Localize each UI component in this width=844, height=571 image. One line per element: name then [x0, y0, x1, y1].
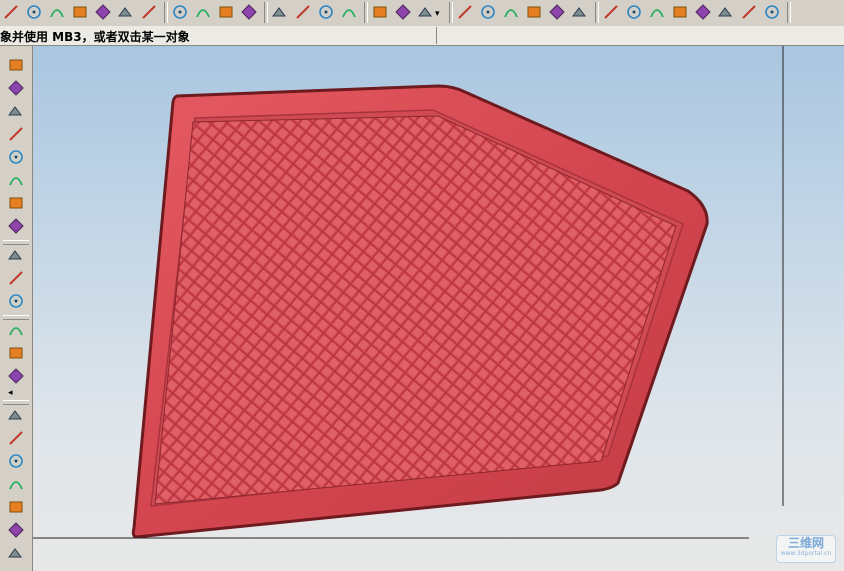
center-point-icon[interactable] [371, 3, 389, 21]
sweep-icon[interactable] [7, 102, 25, 120]
face-icon[interactable] [525, 3, 543, 21]
mirror-icon[interactable] [7, 429, 25, 447]
pattern-icon[interactable] [7, 406, 25, 424]
unite-icon[interactable] [7, 246, 25, 264]
thicken-icon[interactable] [7, 498, 25, 516]
axis-icon[interactable] [625, 3, 643, 21]
toolbar-separator [449, 2, 453, 23]
shading-icon[interactable] [740, 3, 758, 21]
cue-line: 象并使用 MB3，或者双击某一对象 [0, 26, 844, 46]
block-icon[interactable] [7, 148, 25, 166]
watermark-sub: www.3dportal.cn [780, 550, 832, 557]
arc-icon[interactable] [340, 3, 358, 21]
view-icon[interactable] [671, 3, 689, 21]
corner-icon[interactable] [217, 3, 235, 21]
toolbar-separator [264, 2, 268, 23]
trim-curve-icon[interactable] [194, 3, 212, 21]
cone-icon[interactable] [7, 194, 25, 212]
offset-icon[interactable] [7, 452, 25, 470]
watermark-main: 三维网 [787, 536, 824, 550]
surface-icon[interactable] [456, 3, 474, 21]
boundary-surface-icon[interactable] [479, 3, 497, 21]
layer-icon[interactable] [694, 3, 712, 21]
toolbar-grip[interactable] [3, 240, 29, 245]
main-toolbar: ▾ [0, 0, 844, 27]
cylinder-icon[interactable] [7, 171, 25, 189]
circle-center-icon[interactable] [294, 3, 312, 21]
hole-icon[interactable] [7, 125, 25, 143]
point-icon[interactable] [25, 3, 43, 21]
csys-icon[interactable] [648, 3, 666, 21]
watermark-logo: 三维网 www.3dportal.cn [776, 535, 836, 563]
toolbar-separator [164, 2, 168, 23]
sheet-icon[interactable] [548, 3, 566, 21]
toolbar-separator [364, 2, 368, 23]
polyline-icon[interactable] [48, 3, 66, 21]
color-icon[interactable] [763, 3, 781, 21]
blend-icon[interactable] [7, 217, 25, 235]
cue-divider [436, 27, 437, 44]
offset-face-icon[interactable] [571, 3, 589, 21]
intersect-icon[interactable] [71, 3, 89, 21]
toolbar-grip[interactable] [3, 400, 29, 405]
ruler-icon[interactable] [717, 3, 735, 21]
trim-icon[interactable] [171, 3, 189, 21]
circle-tangent-icon[interactable] [317, 3, 335, 21]
datum-icon[interactable] [602, 3, 620, 21]
trim-body-icon[interactable] [7, 521, 25, 539]
circle-icon[interactable] [271, 3, 289, 21]
revolve-icon[interactable] [7, 79, 25, 97]
quadrant-point-icon[interactable] [394, 3, 412, 21]
shell-icon[interactable] [7, 344, 25, 362]
graphics-viewport[interactable]: 三维网 www.3dportal.cn [33, 46, 844, 571]
box-icon[interactable] [140, 3, 158, 21]
left-toolbar: ◂ [0, 46, 33, 571]
split-icon[interactable] [7, 544, 25, 562]
line-icon[interactable] [2, 3, 20, 21]
intersect-body-icon[interactable] [7, 292, 25, 310]
curve-icon[interactable] [94, 3, 112, 21]
end-point-icon[interactable] [417, 3, 435, 21]
spline-icon[interactable] [117, 3, 135, 21]
toolbar-collapse-arrow[interactable]: ◂ [8, 388, 13, 398]
extend-icon[interactable] [240, 3, 258, 21]
subtract-icon[interactable] [7, 269, 25, 287]
toolbar-separator [595, 2, 599, 23]
cue-line-text: 象并使用 MB3，或者双击某一对象 [0, 30, 190, 44]
scale-icon[interactable] [7, 475, 25, 493]
model-view[interactable] [33, 46, 844, 571]
draft-icon[interactable] [7, 367, 25, 385]
toolbar-separator [787, 2, 791, 23]
chamfer-icon[interactable] [7, 321, 25, 339]
plane-icon[interactable] [502, 3, 520, 21]
extrude-icon[interactable] [7, 56, 25, 74]
toolbar-grip[interactable] [3, 315, 29, 320]
